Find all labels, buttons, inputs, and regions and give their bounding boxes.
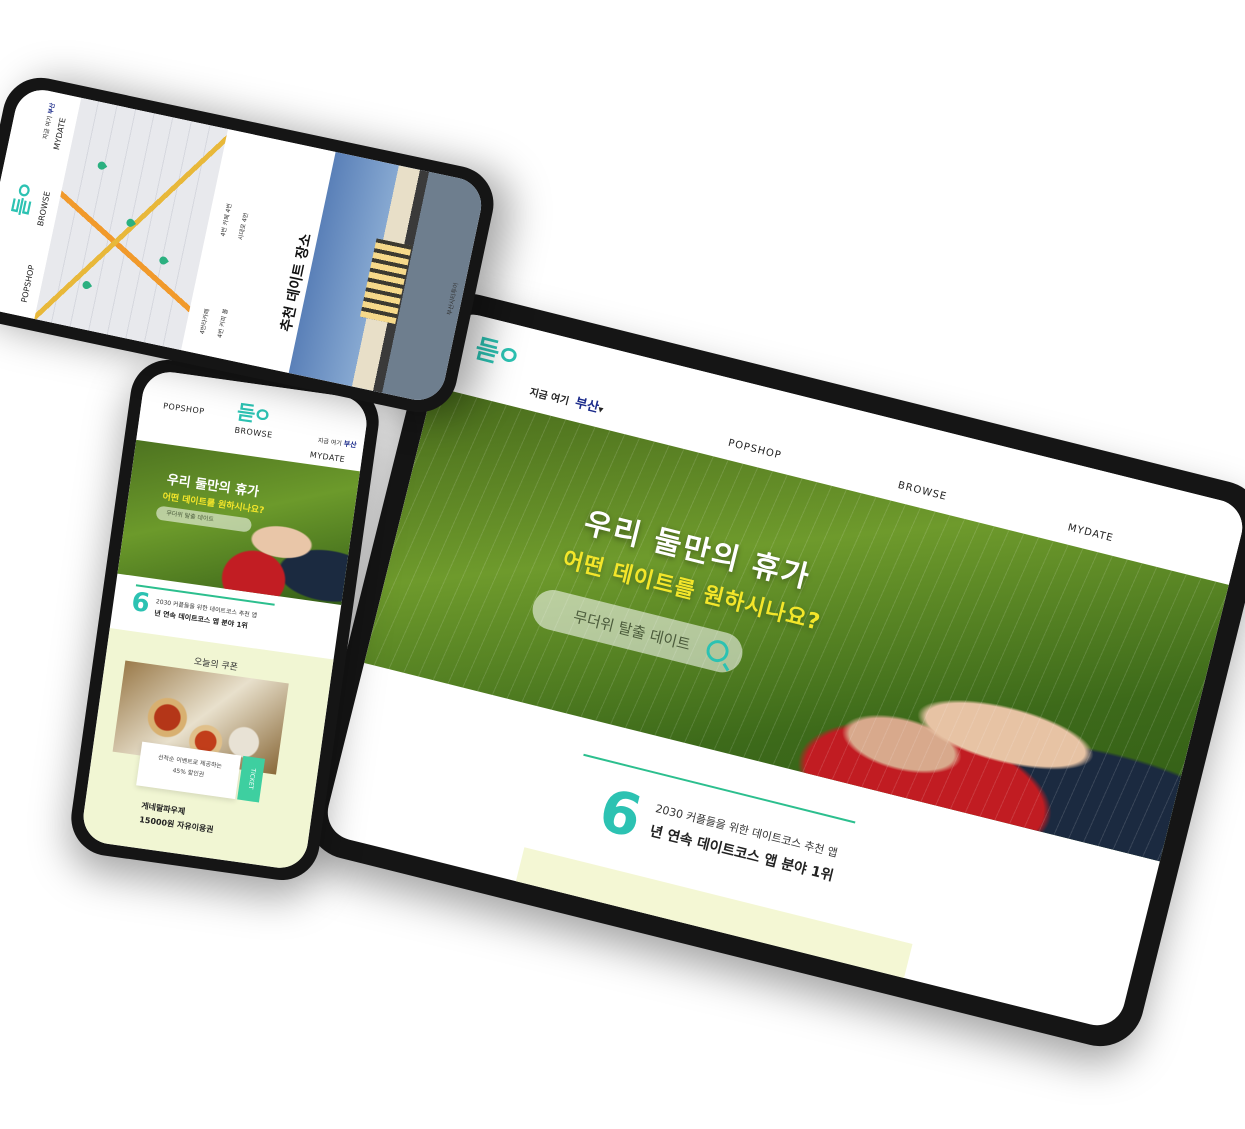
nav-mydate[interactable]: MYDATE <box>1066 522 1114 544</box>
list-item[interactable]: 4번타카페 <box>197 308 211 335</box>
coupon-price: 15000원 자유이용권 <box>138 815 215 835</box>
list-item[interactable]: 4번 커피 볼 <box>215 308 230 339</box>
brand-logo[interactable]: 듣ㅇ <box>235 396 272 429</box>
nav-popshop[interactable]: POPSHOP <box>20 264 37 303</box>
map-pin-icon[interactable] <box>124 217 136 229</box>
nav-browse[interactable]: BROWSE <box>897 480 948 503</box>
ticket-button[interactable]: TICKET <box>237 755 266 803</box>
location-city: 부산 <box>47 102 57 115</box>
brand-logo[interactable]: 듣ㅇ <box>472 328 523 375</box>
brand-logo[interactable]: 듣ㅇ <box>4 180 39 218</box>
chevron-down-icon: ▾ <box>596 404 605 417</box>
nav-mydate[interactable]: MYDATE <box>309 450 346 464</box>
stat-number: 6 <box>592 775 649 852</box>
nav-popshop[interactable]: POPSHOP <box>163 401 206 416</box>
phone-map-screen: 듣ㅇ POPSHOP BROWSE MYDATE 지금 여기 부산 4번타카페 … <box>0 84 487 406</box>
map-pin-icon[interactable] <box>96 160 108 172</box>
map-pin-icon[interactable] <box>157 254 169 267</box>
tablet-screen: 듣ㅇ 지금 여기 부산▾ POPSHOP BROWSE MYDATE 우리 둘만… <box>321 308 1245 1032</box>
search-icon[interactable] <box>704 637 731 665</box>
location-city: 부산 <box>343 439 357 450</box>
location-prefix: 지금 여기 <box>528 387 570 408</box>
list-item[interactable]: 시대로 4번 <box>235 212 250 241</box>
nav-mydate[interactable]: MYDATE <box>52 117 68 151</box>
map-pin-icon[interactable] <box>81 279 93 291</box>
nav-browse[interactable]: BROWSE <box>36 191 52 227</box>
location-prefix: 지금 여기 <box>317 437 343 448</box>
location-prefix: 지금 여기 <box>42 115 54 141</box>
stat-number: 6 <box>129 586 152 620</box>
coupon-section: 오늘의 쿠폰 선착순 이벤트로 제공하는 45% 할인권 TICKET 게네랄파… <box>79 628 334 872</box>
phone-map-device: 듣ㅇ POPSHOP BROWSE MYDATE 지금 여기 부산 4번타카페 … <box>0 70 501 420</box>
location-selector[interactable]: 지금 여기 부산▾ <box>528 380 606 417</box>
section-band <box>514 847 913 983</box>
list-item[interactable]: 4번 카페 4번 <box>218 202 234 237</box>
location-selector[interactable]: 지금 여기 부산 <box>317 435 357 450</box>
nav-popshop[interactable]: POPSHOP <box>727 438 783 462</box>
